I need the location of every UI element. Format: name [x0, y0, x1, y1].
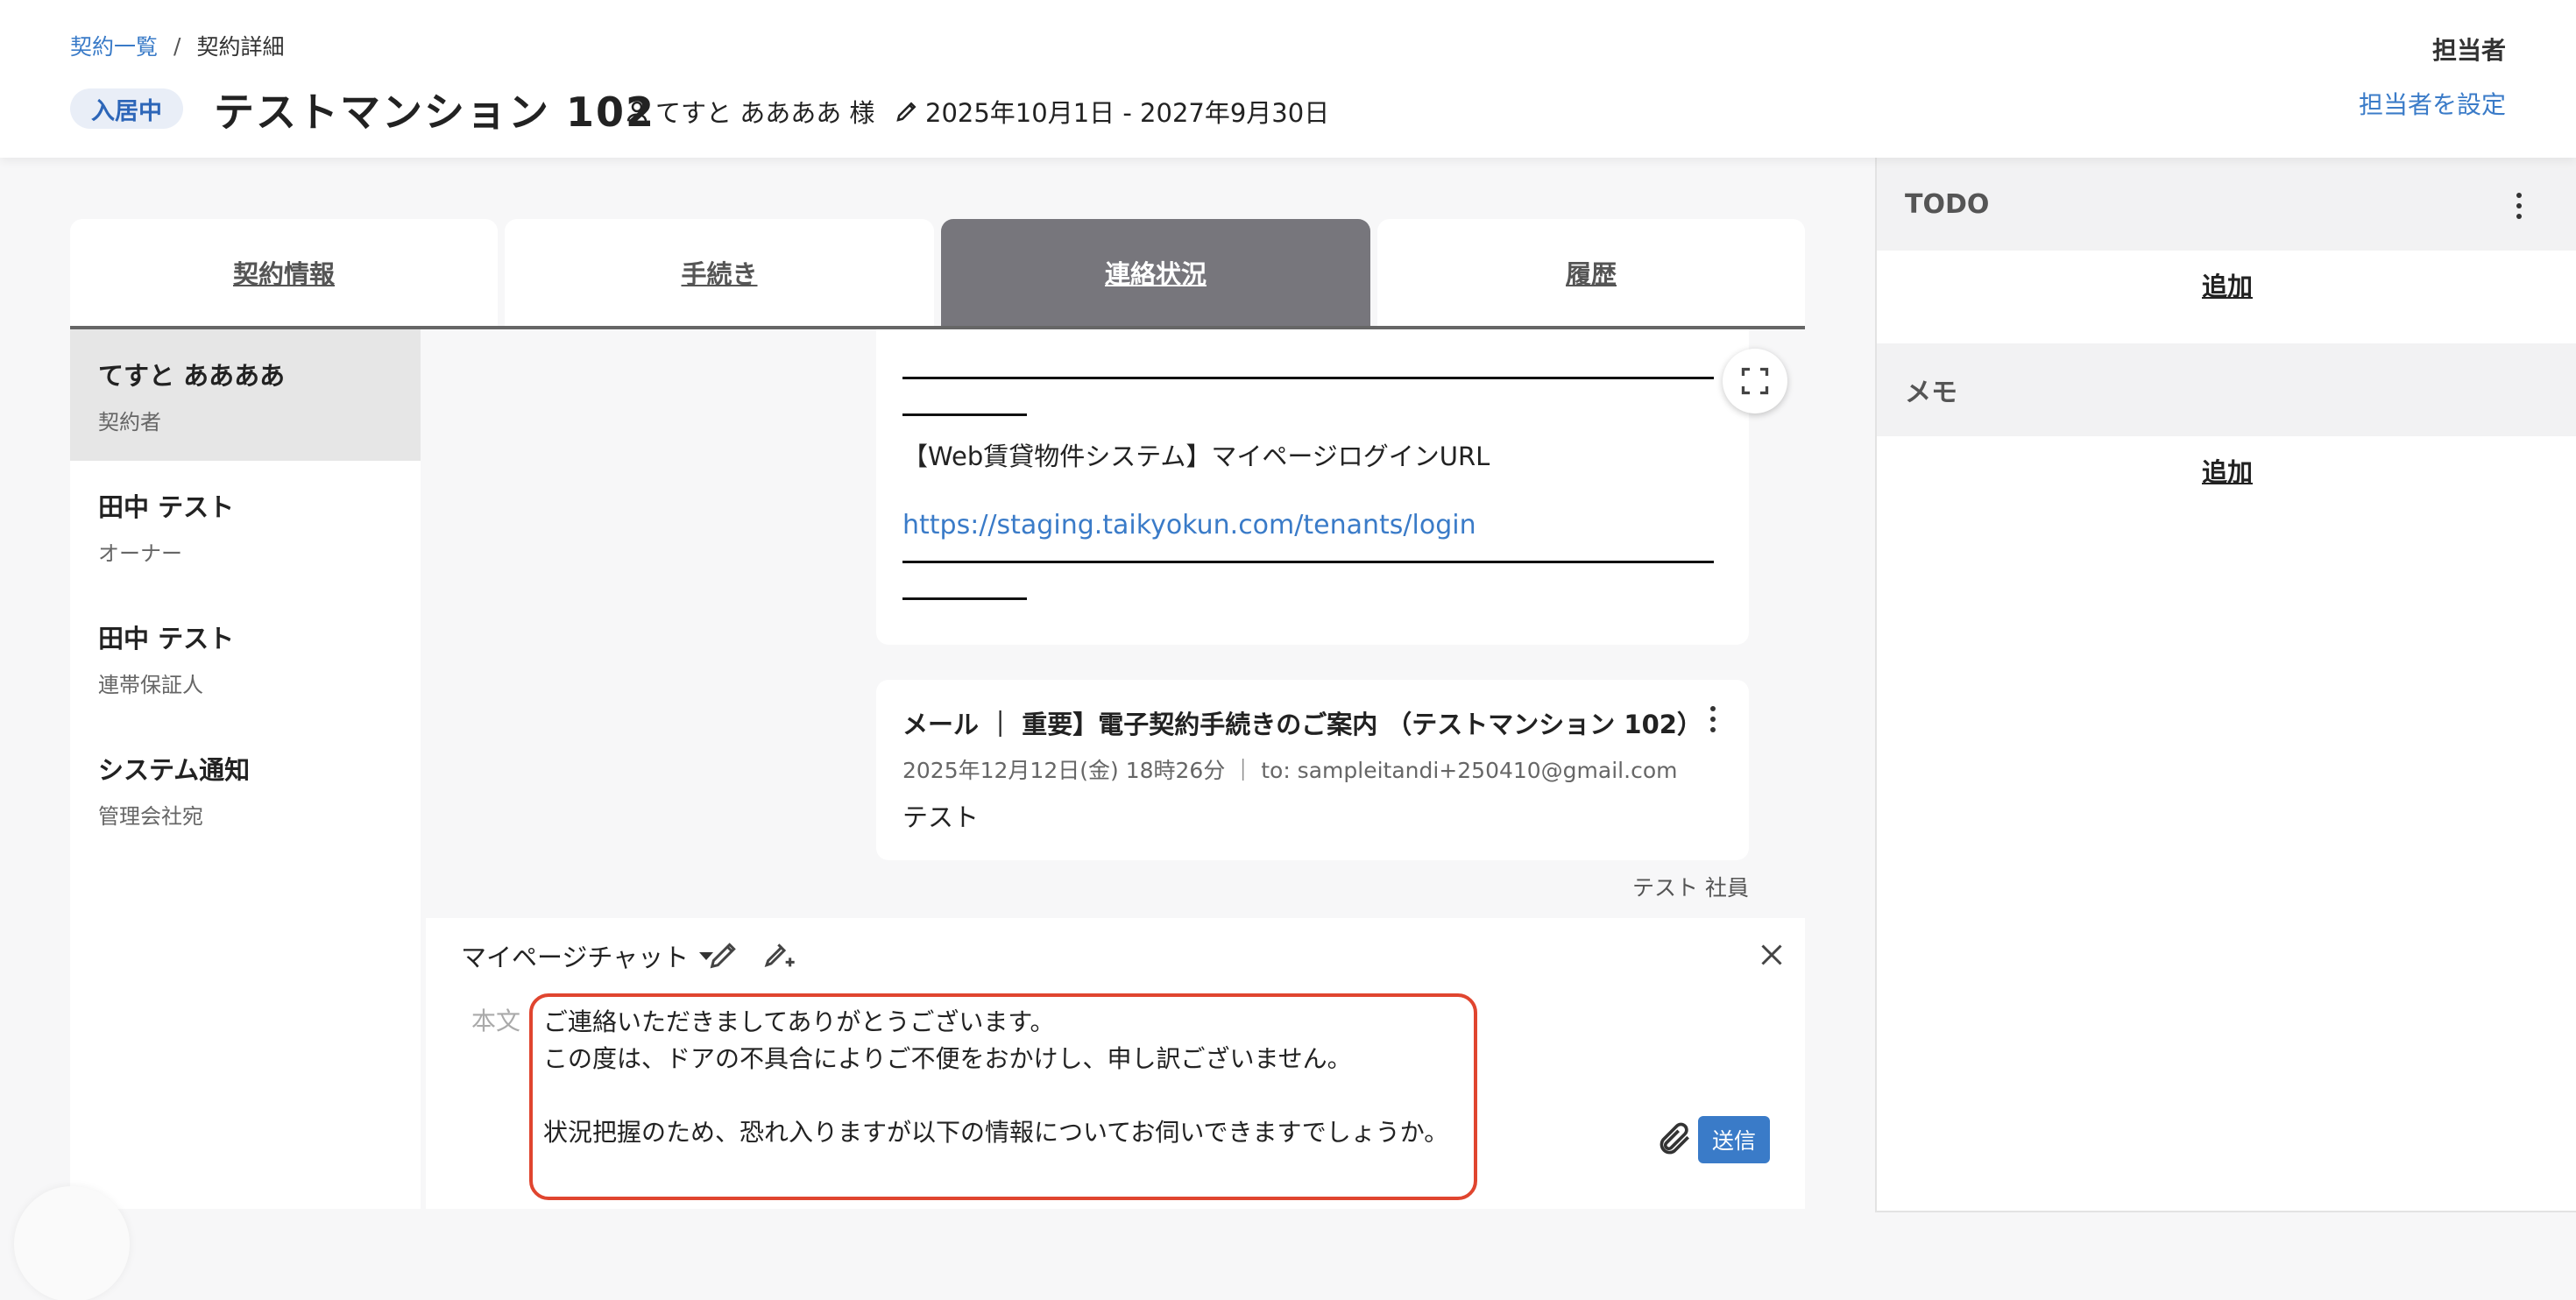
main-content: 契約情報 手続き 連絡状況 履歴 てすと ああああ 契約者 田中 テスト オーナ… — [70, 219, 1805, 1209]
breadcrumb-separator: / — [173, 32, 181, 59]
tenant-name: てすと ああああ 様 — [655, 98, 875, 128]
breadcrumb-contract-list-link[interactable]: 契約一覧 — [70, 30, 158, 61]
message-text: 【Web賃貸物件システム】マイページログインURL — [902, 442, 1490, 471]
contact-item[interactable]: 田中 テスト 連帯保証人 — [70, 592, 421, 724]
contact-name: 田中 テスト — [98, 624, 235, 654]
tab-contract-info[interactable]: 契約情報 — [70, 219, 498, 326]
breadcrumb: 契約一覧 / 契約詳細 — [70, 30, 284, 61]
contact-item[interactable]: てすと ああああ 契約者 — [70, 329, 421, 461]
tab-procedures[interactable]: 手続き — [505, 219, 934, 326]
message-card: メール ｜ 重要】電子契約手続きのご案内 （テストマンション 102） 2025… — [876, 680, 1749, 860]
contact-role: オーナー — [98, 541, 182, 566]
todo-title: TODO — [1905, 188, 1990, 220]
message-composer: マイページチャット 本文 ご連絡いただきましてありがとうございます。 この度は、… — [426, 918, 1805, 1209]
tab-contact-status[interactable]: 連絡状況 — [941, 219, 1370, 326]
sender-name: テスト 社員 — [1632, 875, 1749, 901]
message-subject: メール ｜ 重要】電子契約手続きのご案内 （テストマンション 102） — [902, 710, 1702, 739]
login-url-link[interactable]: https://staging.taikyokun.com/tenants/lo… — [902, 510, 1476, 540]
message-divider — [902, 377, 1714, 379]
status-badge: 入居中 — [70, 88, 183, 129]
set-assignee-link[interactable]: 担当者を設定 — [2359, 86, 2506, 121]
todo-header: TODO — [1877, 158, 2576, 251]
tab-history[interactable]: 履歴 — [1377, 219, 1805, 326]
right-sidebar: TODO 追加 メモ 追加 — [1875, 158, 2576, 1212]
contact-role: 契約者 — [98, 410, 161, 435]
contact-role: 管理会社宛 — [98, 804, 203, 829]
expand-icon — [1741, 367, 1769, 395]
message-divider — [902, 561, 1714, 563]
memo-add-button[interactable]: 追加 — [1877, 452, 2576, 489]
assignee-label: 担当者 — [2431, 36, 2506, 65]
contact-name: てすと ああああ — [98, 361, 286, 391]
contract-period: 2025年10月1日 - 2027年9月30日 — [894, 93, 1329, 130]
pencil-icon[interactable] — [706, 937, 741, 972]
todo-add-button[interactable]: 追加 — [1877, 266, 2576, 303]
message-body-input[interactable]: ご連絡いただきましてありがとうございます。 この度は、ドアの不具合によりご不便を… — [529, 993, 1477, 1200]
page-title: テストマンション 102 — [214, 88, 656, 136]
contact-list: てすと ああああ 契約者 田中 テスト オーナー 田中 テスト 連帯保証人 シス… — [70, 329, 421, 1209]
message-body: テスト — [902, 802, 980, 832]
breadcrumb-current: 契約詳細 — [196, 34, 285, 60]
floating-action-button[interactable] — [14, 1186, 130, 1300]
send-button[interactable]: 送信 — [1698, 1116, 1770, 1163]
message-divider — [902, 597, 1027, 600]
memo-title: メモ — [1905, 378, 1957, 408]
memo-header: メモ — [1877, 343, 2576, 436]
tenant-info: てすと ああああ 様 — [624, 93, 874, 130]
channel-select-label: マイページチャット — [461, 943, 690, 972]
kebab-icon[interactable] — [2515, 193, 2523, 219]
message-card: 【Web賃貸物件システム】マイページログインURL https://stagin… — [876, 329, 1749, 645]
contact-name: システム通知 — [98, 755, 251, 785]
page-header: 契約一覧 / 契約詳細 入居中 テストマンション 102 てすと ああああ 様 … — [0, 0, 2576, 158]
message-divider — [902, 413, 1027, 416]
expand-button[interactable] — [1723, 349, 1787, 413]
contact-item[interactable]: 田中 テスト オーナー — [70, 461, 421, 592]
pencil-sparkle-icon[interactable] — [762, 937, 797, 972]
close-icon[interactable] — [1756, 939, 1787, 971]
channel-select[interactable]: マイページチャット — [461, 937, 714, 974]
tab-bar: 契約情報 手続き 連絡状況 履歴 — [70, 219, 1805, 329]
contract-period-text: 2025年10月1日 - 2027年9月30日 — [925, 98, 1330, 128]
message-meta: 2025年12月12日(金) 18時26分 ｜ to: sampleitandi… — [902, 758, 1678, 783]
person-icon — [626, 101, 648, 122]
body-label: 本文 — [471, 1007, 521, 1035]
pen-icon — [896, 102, 916, 122]
contact-role: 連帯保証人 — [98, 673, 203, 697]
contact-name: 田中 テスト — [98, 492, 235, 522]
paperclip-icon[interactable] — [1656, 1120, 1695, 1158]
kebab-icon[interactable] — [1709, 706, 1717, 732]
contact-item[interactable]: システム通知 管理会社宛 — [70, 724, 421, 855]
message-thread[interactable]: 【Web賃貸物件システム】マイページログインURL https://stagin… — [421, 329, 1805, 1209]
